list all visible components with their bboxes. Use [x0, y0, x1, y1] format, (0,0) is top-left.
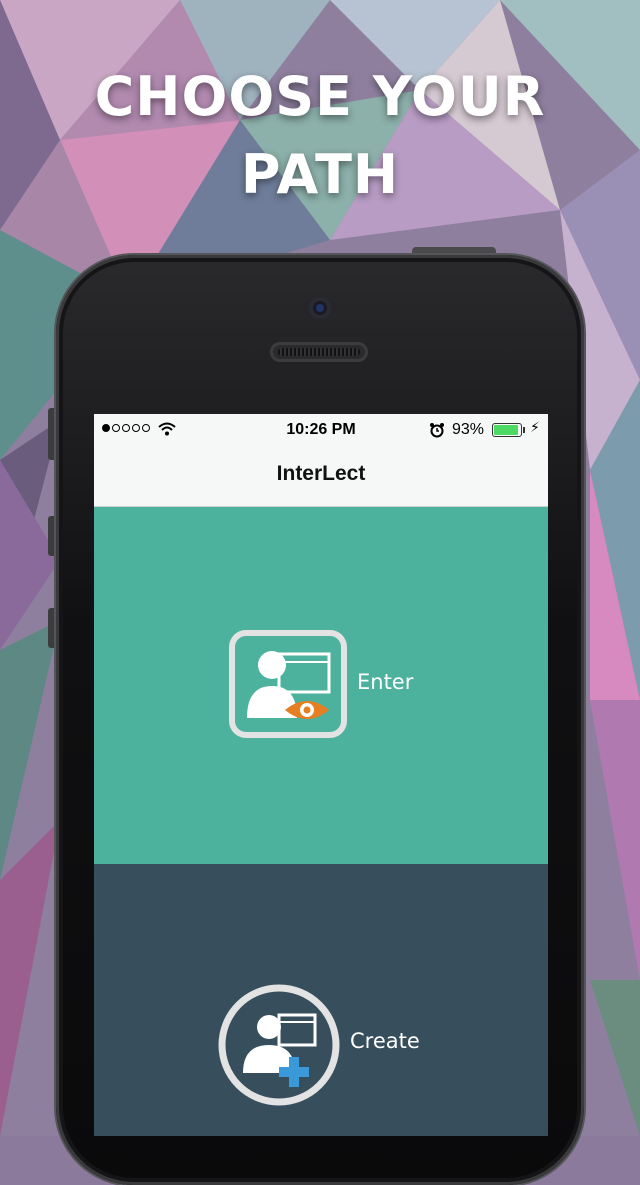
phone-volume-up	[48, 516, 56, 556]
promo-headline-line2: PATH	[240, 143, 400, 206]
promo-headline-line1: CHOOSE YOUR	[94, 65, 546, 128]
enter-label[interactable]: Enter	[357, 670, 413, 694]
app-title: InterLect	[276, 462, 366, 485]
battery-percentage: 93%	[452, 421, 485, 438]
user-with-eye-icon[interactable]	[229, 630, 347, 738]
phone-volume-down	[48, 608, 56, 648]
status-bar: 10:26 PM 93% ⚡	[94, 414, 548, 446]
charging-bolt-icon: ⚡	[530, 420, 540, 436]
user-with-plus-icon[interactable]	[217, 983, 341, 1107]
earpiece-speaker	[270, 342, 368, 362]
front-camera	[309, 297, 331, 319]
navigation-bar: InterLect	[94, 446, 548, 507]
battery-icon	[492, 423, 525, 437]
alarm-clock-icon	[430, 423, 444, 438]
battery-fill	[494, 425, 519, 435]
phone-screen: 10:26 PM 93% ⚡ InterLect Enter Create	[94, 414, 548, 1136]
enter-option-panel[interactable]: Enter	[94, 507, 548, 864]
phone-mute-switch	[48, 408, 56, 460]
create-option-panel[interactable]: Create	[94, 864, 548, 1136]
create-label[interactable]: Create	[350, 1029, 420, 1053]
